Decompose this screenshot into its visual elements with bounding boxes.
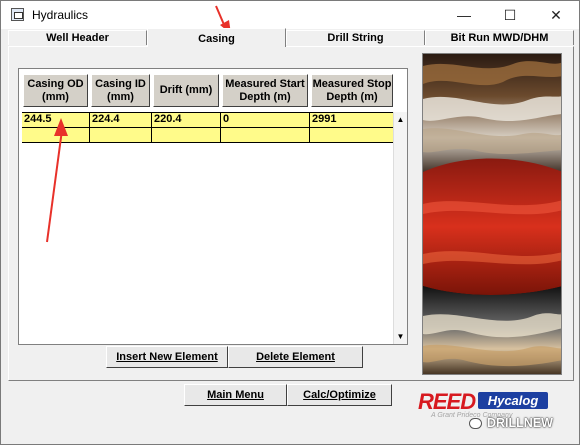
cell-casing-id[interactable] xyxy=(90,128,152,142)
rock-formation-image xyxy=(422,53,562,375)
tab-bit-run-mwd-dhm[interactable]: Bit Run MWD/DHM xyxy=(425,30,574,45)
column-header-measured-start-depth[interactable]: Measured Start Depth (m) xyxy=(222,74,308,107)
cell-measured-stop-depth[interactable]: 2991 xyxy=(310,113,393,127)
tab-drill-string[interactable]: Drill String xyxy=(286,30,425,45)
hydraulics-window: Hydraulics — ☐ ✕ Well Header Casing Dril… xyxy=(0,0,580,445)
title-bar: Hydraulics — ☐ ✕ xyxy=(1,1,579,29)
cell-drift[interactable]: 220.4 xyxy=(152,113,221,127)
calc-optimize-button[interactable]: Calc/Optimize xyxy=(287,384,392,406)
grid-header-row: Casing OD (mm) Casing ID (mm) Drift (mm) M… xyxy=(23,74,403,109)
cell-casing-id[interactable]: 224.4 xyxy=(90,113,152,127)
header-line: (mm) xyxy=(107,90,134,103)
header-line: Casing OD xyxy=(27,77,84,90)
tab-strip: Well Header Casing Drill String Bit Run … xyxy=(8,28,574,47)
maximize-button[interactable]: ☐ xyxy=(487,1,533,29)
minimize-button[interactable]: — xyxy=(441,1,487,29)
table-row[interactable] xyxy=(22,127,393,143)
column-header-casing-id[interactable]: Casing ID (mm) xyxy=(91,74,150,107)
window-title: Hydraulics xyxy=(32,8,89,22)
header-line: Measured Start xyxy=(225,77,305,90)
insert-new-element-button[interactable]: Insert New Element xyxy=(106,346,228,368)
cell-measured-start-depth[interactable] xyxy=(221,128,310,142)
rock-core-illustration xyxy=(423,54,561,374)
header-line: Depth (m) xyxy=(239,90,291,103)
scroll-up-icon[interactable]: ▲ xyxy=(394,112,407,127)
header-line: Drift (mm) xyxy=(159,84,213,96)
app-icon xyxy=(11,8,24,21)
column-header-casing-od[interactable]: Casing OD (mm) xyxy=(23,74,88,107)
header-line: Casing ID xyxy=(95,77,146,90)
main-menu-button[interactable]: Main Menu xyxy=(184,384,287,406)
column-header-measured-stop-depth[interactable]: Measured Stop Depth (m) xyxy=(311,74,393,107)
wechat-icon xyxy=(469,417,482,429)
grid-vertical-scrollbar[interactable]: ▲ ▼ xyxy=(393,112,407,344)
watermark: DRILLNEW xyxy=(469,414,580,432)
tab-well-header[interactable]: Well Header xyxy=(8,30,147,45)
annotation-arrow-icon xyxy=(46,118,68,243)
logo-hycalog-text: Hycalog xyxy=(478,392,548,409)
header-line: Measured Stop xyxy=(312,77,392,90)
grid-rows: 244.5 224.4 220.4 0 2991 xyxy=(22,112,393,144)
cell-measured-start-depth[interactable]: 0 xyxy=(221,113,310,127)
header-line: (mm) xyxy=(42,90,69,103)
cell-drift[interactable] xyxy=(152,128,221,142)
cell-measured-stop-depth[interactable] xyxy=(310,128,393,142)
delete-element-button[interactable]: Delete Element xyxy=(228,346,363,368)
column-header-drift[interactable]: Drift (mm) xyxy=(153,74,219,107)
tab-casing[interactable]: Casing xyxy=(147,28,286,47)
table-row[interactable]: 244.5 224.4 220.4 0 2991 xyxy=(22,112,393,127)
scroll-down-icon[interactable]: ▼ xyxy=(394,329,407,344)
watermark-text: DRILLNEW xyxy=(487,416,553,430)
close-button[interactable]: ✕ xyxy=(533,1,579,29)
header-line: Depth (m) xyxy=(326,90,378,103)
